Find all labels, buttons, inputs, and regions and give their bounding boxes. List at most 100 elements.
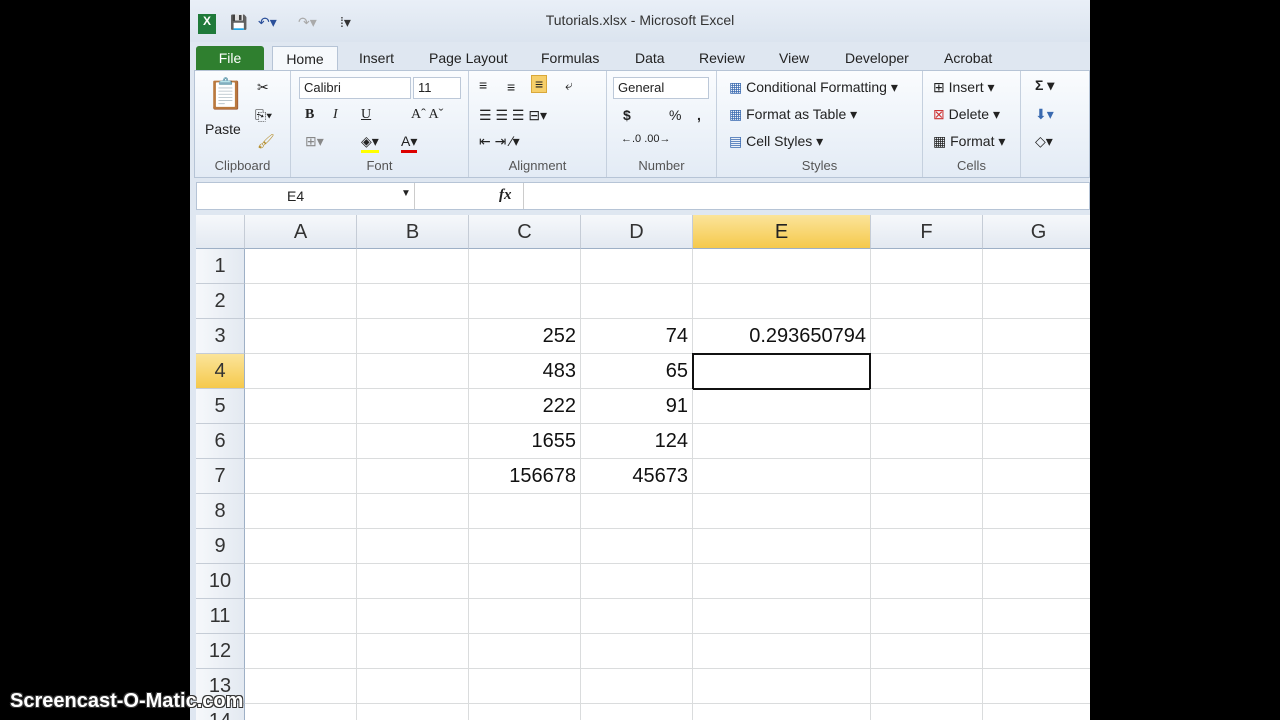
currency-button[interactable]: $ [623, 107, 631, 123]
cell-D7[interactable]: 45673 [581, 459, 693, 494]
cell-G10[interactable] [983, 564, 1090, 599]
cell-D12[interactable] [581, 634, 693, 669]
cell-A12[interactable] [245, 634, 357, 669]
cell-G12[interactable] [983, 634, 1090, 669]
cell-C14[interactable] [469, 704, 581, 720]
row-header-5[interactable]: 5 [196, 389, 245, 424]
cell-B4[interactable] [357, 354, 469, 389]
cell-B9[interactable] [357, 529, 469, 564]
cell-D14[interactable] [581, 704, 693, 720]
cell-F7[interactable] [871, 459, 983, 494]
cell-A2[interactable] [245, 284, 357, 319]
align-middle-icon[interactable]: ≡ [507, 79, 515, 95]
cell-A11[interactable] [245, 599, 357, 634]
formula-input[interactable] [523, 183, 1089, 209]
paste-button[interactable]: Paste [205, 121, 241, 137]
row-header-6[interactable]: 6 [196, 424, 245, 459]
cell-B1[interactable] [357, 249, 469, 284]
font-size-select[interactable]: 11 [413, 77, 461, 99]
decimal-icon[interactable]: ←.0 .00→ [621, 133, 671, 145]
cell-C2[interactable] [469, 284, 581, 319]
row-header-11[interactable]: 11 [196, 599, 245, 634]
cell-E3[interactable]: 0.293650794 [693, 319, 871, 354]
cell-C13[interactable] [469, 669, 581, 704]
cell-F5[interactable] [871, 389, 983, 424]
cell-A9[interactable] [245, 529, 357, 564]
cell-A4[interactable] [245, 354, 357, 389]
cell-A6[interactable] [245, 424, 357, 459]
cell-G13[interactable] [983, 669, 1090, 704]
tab-home[interactable]: Home [272, 46, 338, 70]
cell-E5[interactable] [693, 389, 871, 424]
cell-G9[interactable] [983, 529, 1090, 564]
cell-C7[interactable]: 156678 [469, 459, 581, 494]
column-header-F[interactable]: F [871, 215, 983, 249]
cell-G4[interactable] [983, 354, 1090, 389]
cell-B11[interactable] [357, 599, 469, 634]
cell-D5[interactable]: 91 [581, 389, 693, 424]
cell-A14[interactable] [245, 704, 357, 720]
cell-B7[interactable] [357, 459, 469, 494]
tab-view[interactable]: View [779, 46, 809, 70]
cell-C8[interactable] [469, 494, 581, 529]
cut-icon[interactable]: ✂ [257, 79, 269, 96]
cell-C4[interactable]: 483 [469, 354, 581, 389]
cell-C6[interactable]: 1655 [469, 424, 581, 459]
row-header-7[interactable]: 7 [196, 459, 245, 494]
cell-C10[interactable] [469, 564, 581, 599]
cell-C12[interactable] [469, 634, 581, 669]
insert-cells-button[interactable]: ⊞ Insert ▾ [933, 79, 995, 96]
cell-F3[interactable] [871, 319, 983, 354]
cell-F2[interactable] [871, 284, 983, 319]
cell-G6[interactable] [983, 424, 1090, 459]
cell-E1[interactable] [693, 249, 871, 284]
cell-B6[interactable] [357, 424, 469, 459]
cell-E14[interactable] [693, 704, 871, 720]
row-header-12[interactable]: 12 [196, 634, 245, 669]
cell-D8[interactable] [581, 494, 693, 529]
tab-page-layout[interactable]: Page Layout [429, 46, 508, 70]
comma-button[interactable]: , [697, 107, 701, 123]
cell-F1[interactable] [871, 249, 983, 284]
cell-E8[interactable] [693, 494, 871, 529]
cell-F6[interactable] [871, 424, 983, 459]
cell-G1[interactable] [983, 249, 1090, 284]
cell-G2[interactable] [983, 284, 1090, 319]
tab-file[interactable]: File [196, 46, 264, 70]
cell-E7[interactable] [693, 459, 871, 494]
cell-G7[interactable] [983, 459, 1090, 494]
font-color-icon[interactable]: A▾ [401, 133, 418, 153]
cell-styles-button[interactable]: ▤ Cell Styles ▾ [729, 133, 823, 150]
cell-E13[interactable] [693, 669, 871, 704]
cell-B12[interactable] [357, 634, 469, 669]
cell-B8[interactable] [357, 494, 469, 529]
column-header-C[interactable]: C [469, 215, 581, 249]
cell-F9[interactable] [871, 529, 983, 564]
row-header-1[interactable]: 1 [196, 249, 245, 284]
number-format-select[interactable]: General [613, 77, 709, 99]
cell-C3[interactable]: 252 [469, 319, 581, 354]
fill-icon[interactable]: ⬇▾ [1035, 106, 1054, 123]
cell-B2[interactable] [357, 284, 469, 319]
cell-G14[interactable] [983, 704, 1090, 720]
name-box[interactable]: E4 ▼ [197, 183, 415, 209]
tab-data[interactable]: Data [635, 46, 665, 70]
cell-C9[interactable] [469, 529, 581, 564]
font-name-select[interactable]: Calibri [299, 77, 411, 99]
cell-A10[interactable] [245, 564, 357, 599]
cell-B13[interactable] [357, 669, 469, 704]
cell-G5[interactable] [983, 389, 1090, 424]
tab-insert[interactable]: Insert [359, 46, 394, 70]
cell-C5[interactable]: 222 [469, 389, 581, 424]
cell-E4[interactable] [693, 354, 871, 389]
row-header-9[interactable]: 9 [196, 529, 245, 564]
column-header-B[interactable]: B [357, 215, 469, 249]
cell-C1[interactable] [469, 249, 581, 284]
cell-E11[interactable] [693, 599, 871, 634]
column-header-E[interactable]: E [693, 215, 871, 249]
cell-D4[interactable]: 65 [581, 354, 693, 389]
cell-D11[interactable] [581, 599, 693, 634]
cell-E6[interactable] [693, 424, 871, 459]
row-header-8[interactable]: 8 [196, 494, 245, 529]
align-left-icon[interactable]: ☰ ☰ ☰ ⊟▾ [479, 107, 547, 124]
